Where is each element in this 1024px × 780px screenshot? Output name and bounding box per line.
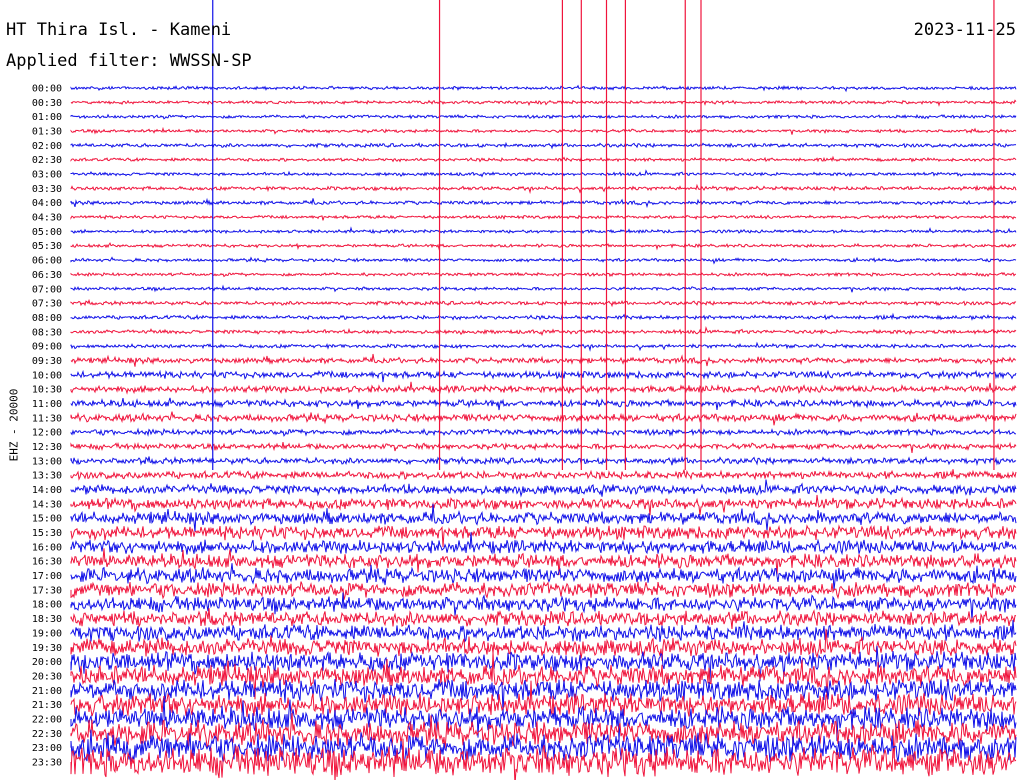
- time-tick-labels: 00:00 00:30 01:00 01:30 02:00 02:30 03:00 03:30…: [32, 84, 62, 769]
- tick-label-0030: 00:30: [32, 98, 62, 109]
- tick-label-2100: 21:00: [32, 686, 62, 697]
- tick-label-1930: 19:30: [32, 643, 62, 654]
- tick-label-1300: 13:00: [32, 456, 62, 467]
- tick-label-1500: 15:00: [32, 514, 62, 525]
- tick-label-0130: 01:30: [32, 127, 62, 138]
- tick-label-1600: 16:00: [32, 542, 62, 553]
- tick-label-0800: 08:00: [32, 313, 62, 324]
- trace-1430: [70, 494, 1017, 516]
- tick-label-0600: 06:00: [32, 256, 62, 267]
- tick-label-0430: 04:30: [32, 213, 62, 224]
- filter-label: Applied filter:: [6, 51, 160, 71]
- tick-label-1630: 16:30: [32, 557, 62, 568]
- seismogram-plot: 00:00 00:30 01:00 01:30 02:00 02:30 03:00 03:30…: [32, 0, 1017, 780]
- tick-label-0830: 08:30: [32, 327, 62, 338]
- tick-label-2330: 23:30: [32, 757, 62, 768]
- tick-label-2230: 22:30: [32, 729, 62, 740]
- tick-label-0230: 02:30: [32, 155, 62, 166]
- tick-label-1400: 14:00: [32, 485, 62, 496]
- filter-line: Applied filter: WWSSN-SP: [6, 51, 252, 71]
- tick-label-0900: 09:00: [32, 342, 62, 353]
- date-label: 2023-11-25: [913, 20, 1016, 40]
- tick-label-1000: 10:00: [32, 370, 62, 381]
- station-title: HT Thira Isl. - Kameni: [6, 20, 232, 40]
- tick-label-2030: 20:30: [32, 671, 62, 682]
- tick-label-0500: 05:00: [32, 227, 62, 238]
- tick-label-0730: 07:30: [32, 299, 62, 310]
- tick-label-2000: 20:00: [32, 657, 62, 668]
- tick-label-0530: 05:30: [32, 241, 62, 252]
- tick-label-1430: 14:30: [32, 499, 62, 510]
- tick-label-1230: 12:30: [32, 442, 62, 453]
- tick-label-0000: 00:00: [32, 84, 62, 95]
- tick-label-1100: 11:00: [32, 399, 62, 410]
- tick-label-2300: 23:00: [32, 743, 62, 754]
- tick-label-1700: 17:00: [32, 571, 62, 582]
- trace-1600: [70, 532, 1017, 556]
- tick-label-2130: 21:30: [32, 700, 62, 711]
- filter-value: WWSSN-SP: [169, 51, 252, 71]
- tick-label-0930: 09:30: [32, 356, 62, 367]
- tick-label-1830: 18:30: [32, 614, 62, 625]
- trace-1330: [70, 469, 1017, 481]
- trace-1630: [70, 548, 1017, 576]
- tick-label-0630: 06:30: [32, 270, 62, 281]
- tick-label-2200: 22:00: [32, 714, 62, 725]
- tick-label-1330: 13:30: [32, 471, 62, 482]
- tick-label-1200: 12:00: [32, 428, 62, 439]
- trace-1400: [70, 479, 1017, 498]
- trace-1530: [70, 524, 1017, 548]
- tick-label-1530: 15:30: [32, 528, 62, 539]
- tick-label-0100: 01:00: [32, 112, 62, 123]
- tick-label-0300: 03:00: [32, 170, 62, 181]
- tick-label-0700: 07:00: [32, 284, 62, 295]
- tick-label-1730: 17:30: [32, 585, 62, 596]
- tick-label-1800: 18:00: [32, 600, 62, 611]
- tick-label-1130: 11:30: [32, 413, 62, 424]
- tick-label-0400: 04:00: [32, 198, 62, 209]
- tick-label-1030: 10:30: [32, 385, 62, 396]
- tick-label-0200: 02:00: [32, 141, 62, 152]
- seismic-spikes: [212, 0, 995, 470]
- tick-label-1900: 19:00: [32, 628, 62, 639]
- y-axis-label: EHZ - 20000: [7, 388, 21, 462]
- trace-1730: [70, 581, 1017, 600]
- tick-label-0330: 03:30: [32, 184, 62, 195]
